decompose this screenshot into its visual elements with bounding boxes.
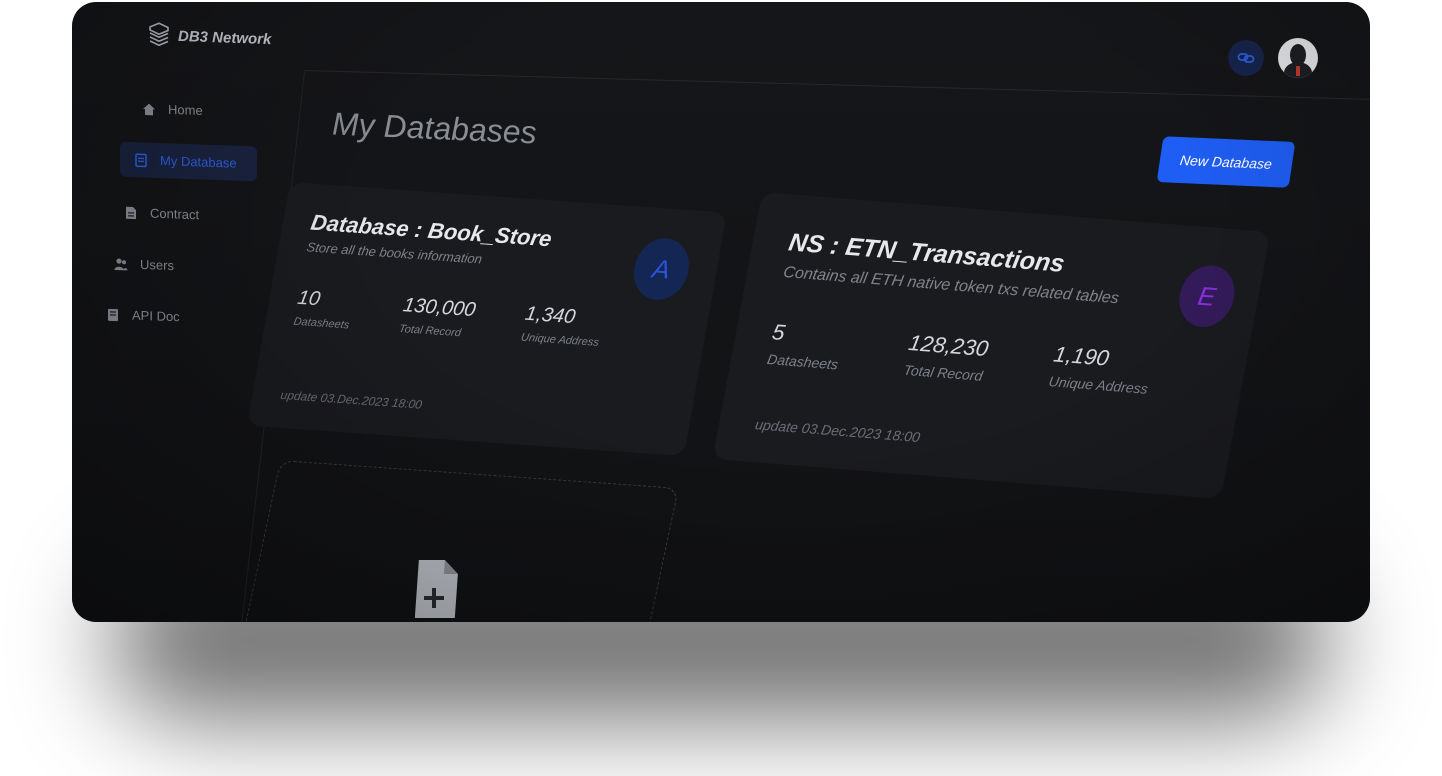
card-stats: 10 Datasheets 130,000 Total Record 1,340… bbox=[293, 287, 605, 349]
stat-datasheets: 10 Datasheets bbox=[293, 287, 356, 331]
stat-label: Total Record bbox=[902, 361, 984, 384]
sidebar-item-users[interactable]: Users bbox=[114, 256, 174, 273]
avatar-tie bbox=[1296, 66, 1300, 76]
stat-datasheets: 5 Datasheets bbox=[766, 319, 845, 372]
page-title: My Databases bbox=[332, 105, 537, 151]
sidebar-item-label: API Doc bbox=[132, 307, 180, 325]
header-divider bbox=[303, 70, 1370, 100]
book-icon bbox=[106, 307, 120, 321]
database-card-book-store[interactable]: Database : Book_Store Store all the book… bbox=[247, 182, 727, 457]
app-window: DB3 Network Home My Database Contract Us… bbox=[72, 2, 1370, 622]
document-icon bbox=[124, 205, 138, 219]
stat-label: Unique Address bbox=[520, 331, 600, 349]
stat-label: Total Record bbox=[398, 323, 462, 340]
card-updated: update 03.Dec.2023 18:00 bbox=[279, 387, 424, 412]
link-button[interactable] bbox=[1228, 40, 1264, 76]
stat-value: 128,230 bbox=[906, 330, 991, 362]
avatar[interactable] bbox=[1278, 38, 1318, 78]
brand[interactable]: DB3 Network bbox=[148, 22, 271, 52]
sidebar-item-my-database[interactable]: My Database bbox=[120, 141, 257, 182]
add-file-icon bbox=[415, 560, 458, 618]
stat-total-record: 128,230 Total Record bbox=[902, 330, 990, 384]
card-badge: A bbox=[629, 236, 694, 302]
stat-value: 1,340 bbox=[523, 302, 578, 329]
card-badge: E bbox=[1174, 263, 1240, 329]
card-updated: update 03.Dec.2023 18:00 bbox=[753, 416, 922, 446]
card-description: Contains all ETH native token txs relate… bbox=[781, 264, 1121, 308]
sidebar-item-contract[interactable]: Contract bbox=[124, 205, 200, 223]
perspective-scene: DB3 Network Home My Database Contract Us… bbox=[72, 2, 1370, 622]
header-actions bbox=[1228, 38, 1318, 78]
stat-label: Unique Address bbox=[1047, 373, 1150, 397]
stack-icon bbox=[149, 22, 169, 47]
home-icon bbox=[142, 101, 156, 115]
database-card-etn-transactions[interactable]: NS : ETN_Transactions Contains all ETH n… bbox=[712, 192, 1271, 499]
stat-value: 1,190 bbox=[1051, 341, 1112, 371]
screenshot-stage: DB3 Network Home My Database Contract Us… bbox=[0, 0, 1442, 776]
stat-unique-address: 1,340 Unique Address bbox=[520, 303, 605, 349]
sidebar-item-label: My Database bbox=[160, 153, 237, 171]
sidebar-item-label: Contract bbox=[150, 205, 200, 223]
stat-label: Datasheets bbox=[766, 351, 840, 373]
stat-value: 130,000 bbox=[401, 294, 478, 322]
sidebar-item-label: Home bbox=[168, 101, 203, 119]
sidebar-item-home[interactable]: Home bbox=[142, 101, 203, 118]
stat-value: 10 bbox=[295, 286, 322, 311]
brand-name: DB3 Network bbox=[178, 27, 272, 48]
stat-total-record: 130,000 Total Record bbox=[398, 294, 477, 340]
card-stats: 5 Datasheets 128,230 Total Record 1,190 … bbox=[766, 319, 1155, 396]
users-icon bbox=[114, 256, 128, 270]
link-icon bbox=[1237, 53, 1255, 63]
stat-unique-address: 1,190 Unique Address bbox=[1047, 342, 1155, 397]
stat-value: 5 bbox=[770, 319, 788, 346]
database-icon bbox=[134, 152, 148, 167]
sidebar-item-label: Users bbox=[140, 256, 174, 274]
new-database-button[interactable]: New Database bbox=[1156, 136, 1296, 188]
sidebar-item-api-doc[interactable]: API Doc bbox=[106, 307, 180, 325]
stat-label: Datasheets bbox=[292, 315, 351, 332]
